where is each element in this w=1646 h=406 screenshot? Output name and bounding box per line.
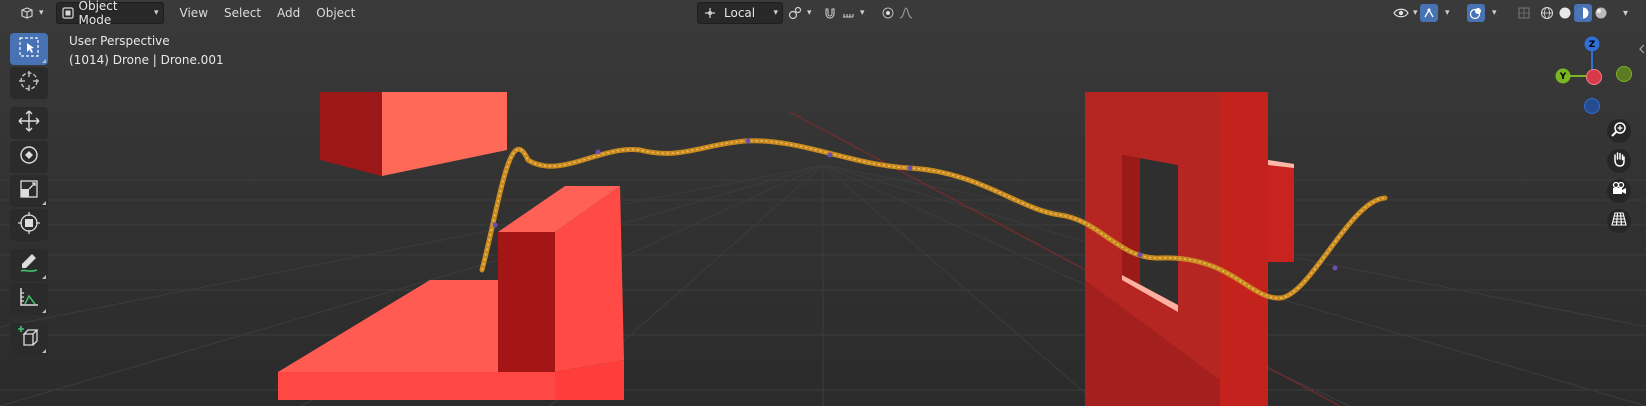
- wireframe-shading-icon[interactable]: [1538, 4, 1556, 22]
- shading-group: [1536, 3, 1612, 23]
- snap-group: ▾: [818, 3, 868, 23]
- chevron-down-icon[interactable]: ▾: [860, 8, 865, 18]
- zoom-button[interactable]: [1607, 119, 1631, 143]
- cursor-icon: [17, 69, 41, 97]
- navigation-gizmo[interactable]: Z Y: [1545, 36, 1635, 116]
- add-cube-icon: [17, 325, 41, 353]
- tool-shelf: [10, 33, 50, 357]
- pivot-icon: [786, 4, 804, 22]
- menu-view[interactable]: View: [172, 3, 216, 23]
- rotate-icon: [17, 143, 41, 171]
- solid-shading-icon[interactable]: [1556, 4, 1574, 22]
- grid-icon: [1611, 211, 1627, 231]
- scale-icon: [18, 178, 40, 204]
- measure-icon: [17, 285, 41, 313]
- annotate-icon: [17, 251, 41, 279]
- magnet-icon[interactable]: [821, 4, 839, 22]
- move-icon: [17, 109, 41, 137]
- annotate-tool[interactable]: [10, 249, 48, 281]
- menu-object[interactable]: Object: [308, 3, 363, 23]
- falloff-icon[interactable]: [897, 4, 915, 22]
- chevron-down-icon[interactable]: ▾: [1488, 5, 1501, 21]
- gizmo-z-label: Z: [1589, 40, 1596, 50]
- orientation-label: Local: [724, 6, 756, 20]
- cursor-tool[interactable]: [10, 67, 48, 99]
- chevron-down-icon: ▾: [773, 8, 778, 18]
- viewport-header: ▾ Object Mode ▾ View Select Add Object L…: [0, 0, 1646, 27]
- overlay-toggle-group: ▾: [1467, 3, 1501, 23]
- mode-dropdown[interactable]: Object Mode ▾: [55, 0, 164, 27]
- transform-tool[interactable]: [10, 209, 48, 241]
- proportional-edit-group: [876, 3, 918, 23]
- snap-increment-icon[interactable]: [839, 4, 857, 22]
- add-cube-tool[interactable]: [10, 323, 48, 355]
- chevron-down-icon: ▾: [39, 8, 44, 18]
- menu-add[interactable]: Add: [269, 3, 308, 23]
- editor-type-button[interactable]: ▾: [14, 3, 48, 23]
- measure-tool[interactable]: [10, 283, 48, 315]
- camera-view-button[interactable]: [1607, 179, 1631, 203]
- ortho-toggle-button[interactable]: [1607, 209, 1631, 233]
- obstacle-gate[interactable]: [1085, 92, 1294, 406]
- 3d-viewport[interactable]: [0, 0, 1646, 406]
- scale-tool[interactable]: [10, 175, 48, 207]
- mode-label: Object Mode: [78, 0, 118, 27]
- overlay-icon[interactable]: [1467, 4, 1485, 22]
- pivot-point-button[interactable]: ▾: [782, 3, 816, 23]
- rendered-shading-icon[interactable]: [1592, 4, 1610, 22]
- chevron-down-icon[interactable]: ▾: [1441, 5, 1454, 21]
- gizmo-y-label: Y: [1559, 72, 1567, 82]
- orientation-icon: [702, 4, 718, 22]
- material-shading-icon[interactable]: [1574, 4, 1592, 22]
- camera-icon: [1611, 181, 1627, 201]
- view-name-label: User Perspective: [69, 34, 170, 48]
- select-box-tool[interactable]: [10, 33, 48, 65]
- select-box-icon: [18, 36, 40, 62]
- move-tool[interactable]: [10, 107, 48, 139]
- xray-icon[interactable]: [1515, 4, 1533, 22]
- transform-orientation-dropdown[interactable]: Local ▾: [697, 2, 783, 24]
- visibility-button[interactable]: ▾: [1388, 3, 1422, 23]
- pan-button[interactable]: [1607, 149, 1631, 173]
- gizmo-x-axis[interactable]: [1586, 69, 1602, 85]
- gizmo-neg-y-axis[interactable]: [1616, 66, 1632, 82]
- proportional-edit-icon[interactable]: [879, 4, 897, 22]
- chevron-down-icon: ▾: [807, 8, 812, 18]
- eye-icon: [1392, 4, 1410, 22]
- chevron-down-icon[interactable]: ▾: [1623, 8, 1628, 19]
- gizmo-icon[interactable]: [1420, 4, 1438, 22]
- chevron-down-icon: ▾: [154, 8, 159, 18]
- gizmo-neg-z-axis[interactable]: [1584, 98, 1600, 114]
- active-object-info: (1014) Drone | Drone.001: [69, 53, 224, 67]
- hand-pan-icon: [1611, 151, 1627, 171]
- menu-select[interactable]: Select: [216, 3, 269, 23]
- chevron-down-icon: ▾: [1413, 8, 1418, 18]
- sidebar-toggle[interactable]: [1638, 40, 1646, 54]
- transform-icon: [17, 211, 41, 239]
- view3d-icon: [18, 4, 36, 22]
- object-mode-icon: [61, 4, 75, 22]
- gizmo-toggle-group: ▾: [1420, 3, 1454, 23]
- rotate-tool[interactable]: [10, 141, 48, 173]
- zoom-icon: [1611, 121, 1627, 141]
